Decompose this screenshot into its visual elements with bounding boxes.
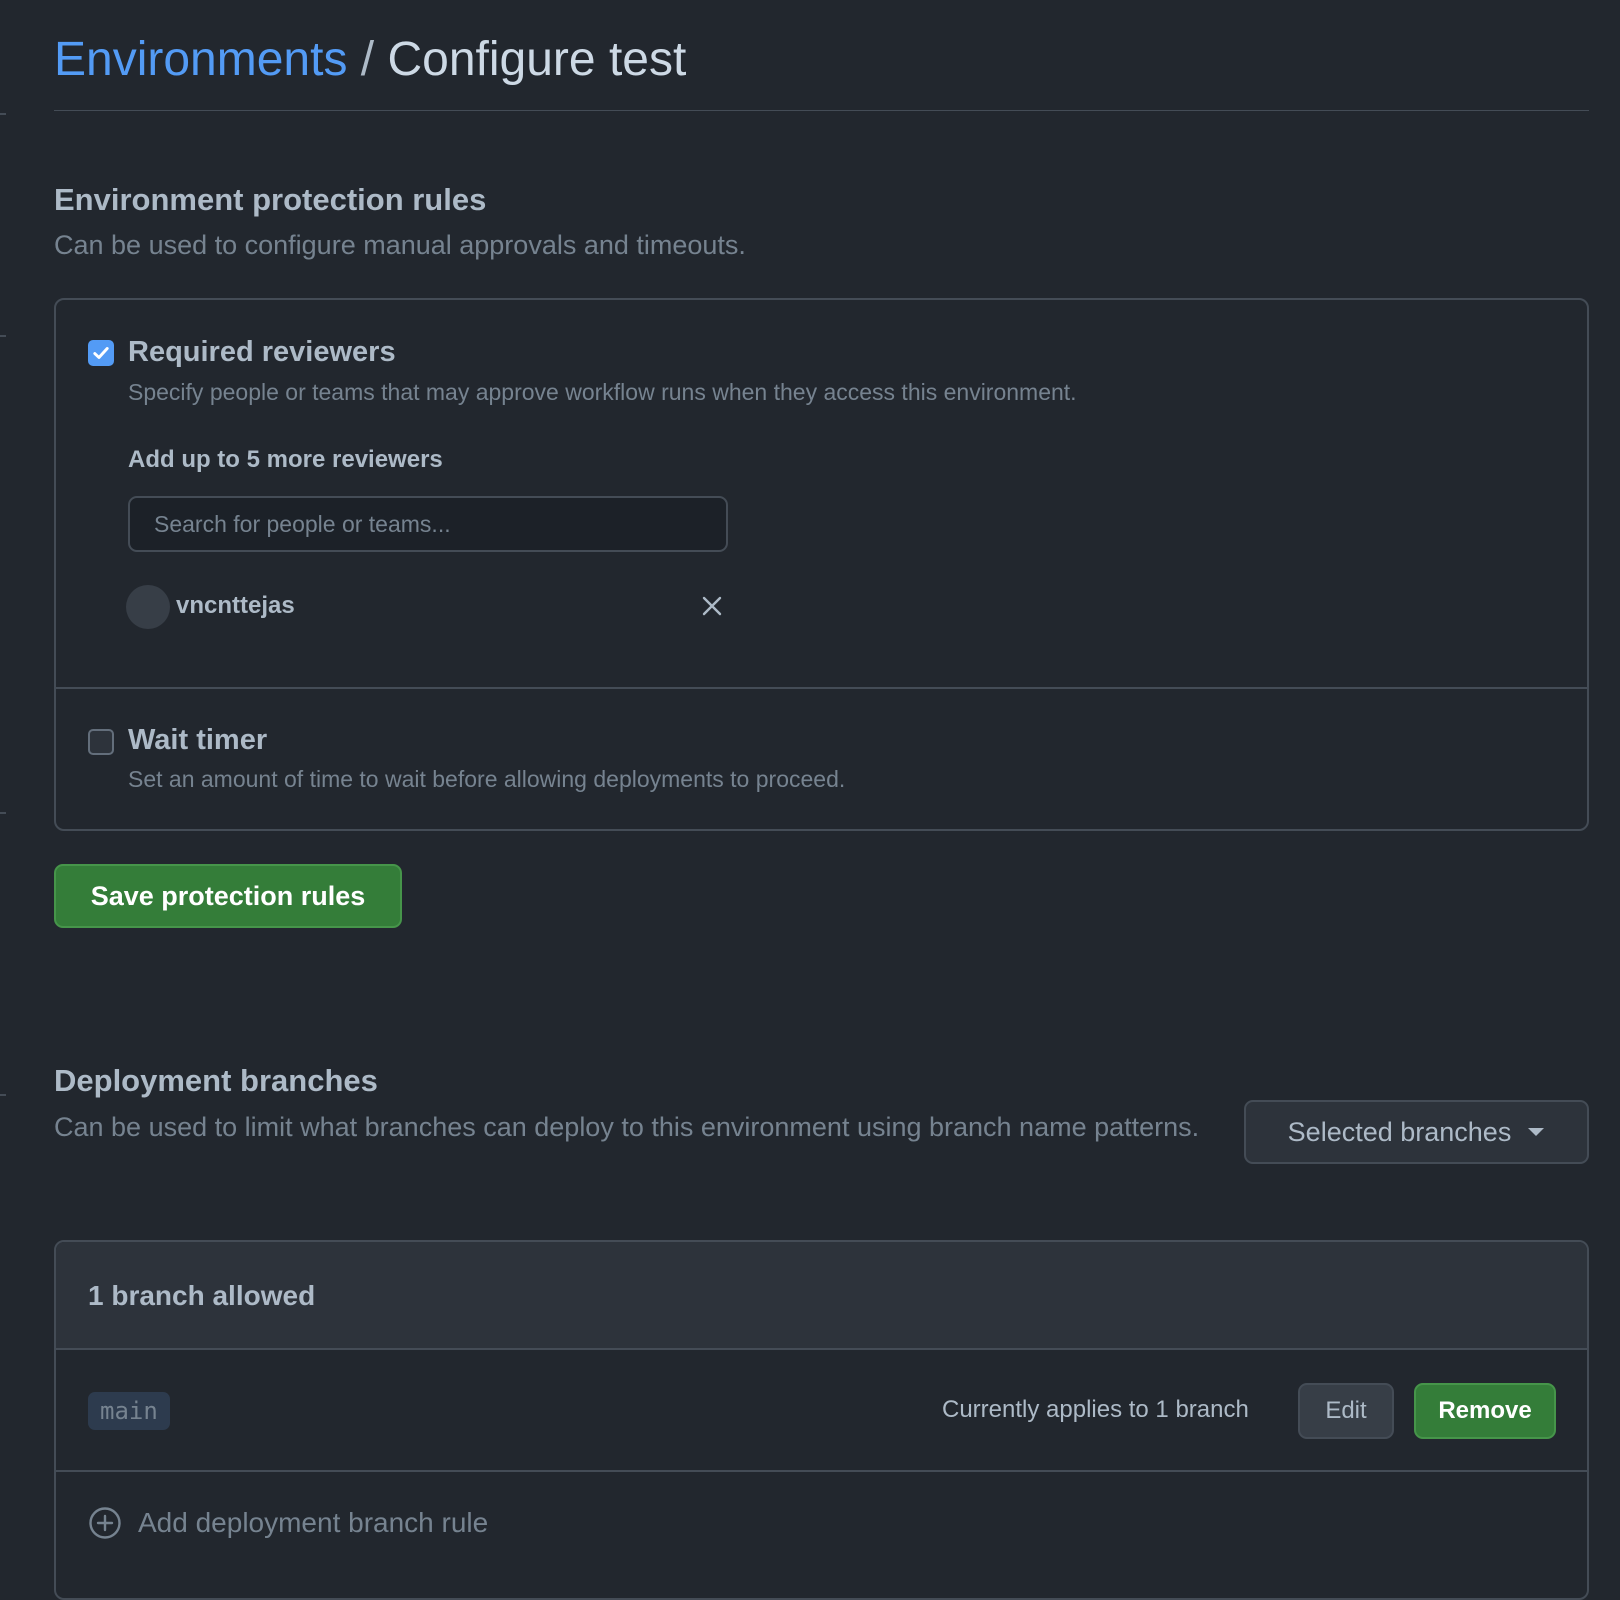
reviewer-search-input[interactable]: [128, 496, 728, 552]
avatar: [126, 585, 170, 629]
wait-timer-label[interactable]: Wait timer: [128, 724, 267, 757]
branch-pattern: main: [88, 1392, 170, 1430]
sidebar-edge-tick: [0, 113, 6, 115]
add-deployment-branch-rule-button[interactable]: Add deployment branch rule: [88, 1506, 488, 1540]
required-reviewers-description: Specify people or teams that may approve…: [128, 379, 1077, 405]
environment-config-page: Environments / Configure test Environmen…: [54, 0, 1589, 1600]
plus-circle-icon: [89, 1507, 121, 1539]
edit-branch-rule-button[interactable]: Edit: [1298, 1383, 1394, 1439]
page-title: Configure test: [387, 33, 687, 86]
required-reviewers-checkbox[interactable]: [88, 340, 114, 366]
required-reviewers-label[interactable]: Required reviewers: [128, 336, 396, 369]
deployment-branches-description: Can be used to limit what branches can d…: [54, 1112, 1200, 1142]
sidebar-edge-tick: [0, 335, 6, 337]
protection-rules-description: Can be used to configure manual approval…: [54, 230, 746, 260]
deployment-branch-selector[interactable]: Selected branches: [1244, 1100, 1589, 1164]
reviewer-name: vncnttejas: [176, 592, 295, 619]
breadcrumb-separator: /: [347, 33, 388, 86]
remove-reviewer-button[interactable]: [700, 594, 724, 618]
branch-row-divider: [56, 1470, 1587, 1472]
branches-allowed-count: 1 branch allowed: [88, 1280, 316, 1311]
title-divider: [54, 110, 1589, 111]
deployment-branches-box: 1 branch allowed main Currently applies …: [54, 1240, 1589, 1600]
sidebar-edge-tick: [0, 812, 6, 814]
breadcrumb-environments-link[interactable]: Environments: [54, 33, 347, 86]
check-icon: [93, 347, 109, 359]
remove-branch-rule-button[interactable]: Remove: [1414, 1383, 1556, 1439]
close-icon: [702, 596, 722, 616]
protection-rules-heading: Environment protection rules: [54, 182, 487, 217]
branch-applies-text: Currently applies to 1 branch: [942, 1396, 1249, 1423]
branches-header: 1 branch allowed: [56, 1242, 1587, 1350]
wait-timer-description: Set an amount of time to wait before all…: [128, 766, 846, 792]
selector-label: Selected branches: [1287, 1116, 1512, 1147]
add-rule-label: Add deployment branch rule: [138, 1507, 489, 1538]
sidebar-edge-tick: [0, 1094, 6, 1096]
breadcrumb: Environments / Configure test: [54, 30, 686, 90]
protection-rules-box: Required reviewers Specify people or tea…: [54, 298, 1589, 831]
triangle-down-icon: [1528, 1128, 1545, 1136]
save-protection-rules-button[interactable]: Save protection rules: [54, 864, 402, 928]
deployment-branches-heading: Deployment branches: [54, 1063, 378, 1098]
rules-divider: [56, 687, 1587, 689]
add-reviewers-label: Add up to 5 more reviewers: [128, 446, 443, 473]
wait-timer-checkbox[interactable]: [88, 729, 114, 755]
